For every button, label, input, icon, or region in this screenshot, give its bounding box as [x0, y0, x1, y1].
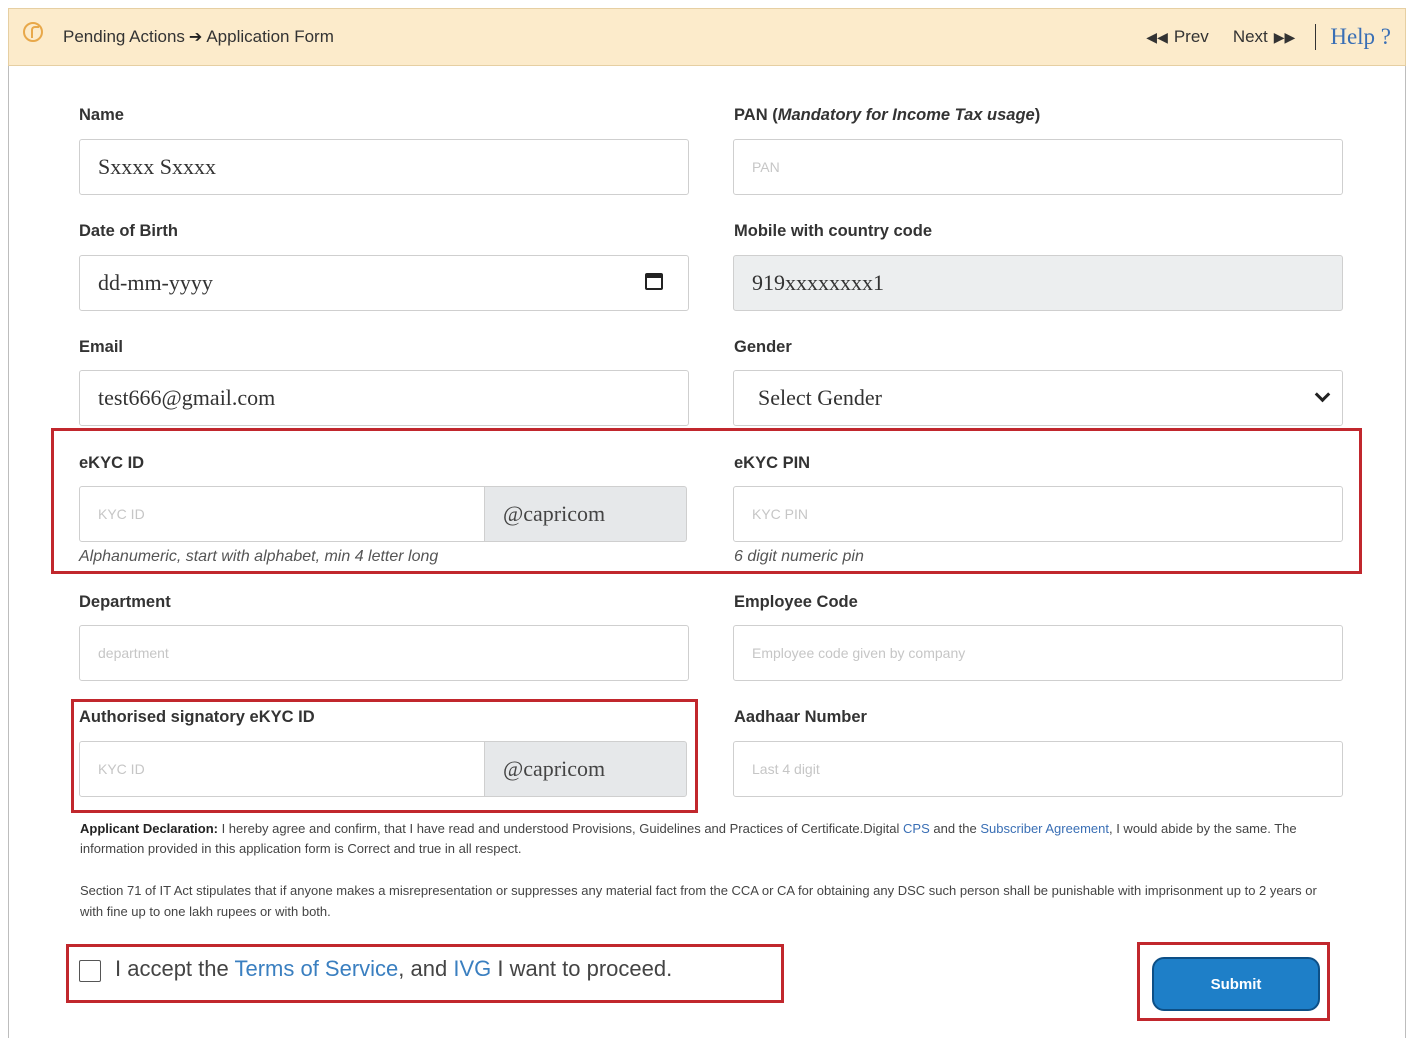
ekyc-pin-input[interactable]: KYC PIN	[733, 486, 1343, 542]
prev-label: Prev	[1173, 27, 1209, 46]
submit-button[interactable]: Submit	[1152, 957, 1320, 1011]
gender-select[interactable]: Select Gender	[733, 370, 1343, 426]
mobile-label: Mobile with country code	[734, 222, 933, 240]
next-button[interactable]: Next ▶▶	[1233, 27, 1302, 47]
nav-divider	[1315, 24, 1317, 50]
breadcrumb: Pending Actions ➔ Application Form	[23, 22, 334, 47]
mobile-input[interactable]: 919xxxxxxxx1	[733, 255, 1343, 311]
applicant-declaration: Applicant Declaration: I hereby agree an…	[80, 821, 1297, 856]
email-input[interactable]: test666@gmail.com	[79, 370, 689, 426]
name-label: Name	[79, 106, 124, 124]
ekyc-id-label: eKYC ID	[79, 454, 145, 472]
accept-text: I accept the Terms of Service, and IVG I…	[115, 956, 673, 981]
accept-checkbox[interactable]	[79, 960, 101, 982]
department-label: Department	[79, 593, 171, 611]
help-link[interactable]: Help ?	[1330, 24, 1391, 50]
breadcrumb-pending-actions[interactable]: Pending Actions	[63, 27, 185, 47]
ekyc-id-hint: Alphanumeric, start with alphabet, min 4…	[79, 548, 439, 565]
section71-notice: Section 71 of IT Act stipulates that if …	[80, 883, 1317, 919]
auth-ekyc-suffix: @capricom	[484, 741, 687, 797]
gender-label: Gender	[734, 338, 792, 356]
name-input[interactable]: Sxxxx Sxxxx	[79, 139, 689, 195]
auth-ekyc-input[interactable]: KYC ID	[79, 741, 489, 797]
double-left-icon: ◀◀	[1146, 28, 1168, 45]
gender-value: Select Gender	[758, 385, 882, 410]
pan-input[interactable]: PAN	[733, 139, 1343, 195]
subscriber-agreement-link[interactable]: Subscriber Agreement	[980, 821, 1109, 836]
aadhaar-label: Aadhaar Number	[734, 708, 867, 726]
prev-button[interactable]: ◀◀ Prev	[1140, 27, 1209, 47]
ekyc-id-input[interactable]: KYC ID	[79, 486, 489, 542]
ekyc-id-suffix: @capricom	[484, 486, 687, 542]
nav-controls: ◀◀ Prev Next ▶▶ Help ?	[1140, 24, 1391, 50]
top-bar: Pending Actions ➔ Application Form ◀◀ Pr…	[8, 8, 1406, 66]
employee-code-input[interactable]: Employee code given by company	[733, 625, 1343, 681]
breadcrumb-application-form: Application Form	[206, 27, 334, 46]
cps-link[interactable]: CPS	[903, 821, 930, 836]
ekyc-pin-label: eKYC PIN	[734, 454, 811, 472]
calendar-icon[interactable]	[645, 273, 663, 290]
aadhaar-input[interactable]: Last 4 digit	[733, 741, 1343, 797]
logo-icon	[23, 22, 43, 42]
next-label: Next	[1232, 27, 1268, 46]
ivg-link[interactable]: IVG	[453, 956, 491, 981]
dob-label: Date of Birth	[79, 222, 178, 240]
email-label: Email	[79, 338, 124, 356]
department-input[interactable]: department	[79, 625, 689, 681]
pan-label: PAN (Mandatory for Income Tax usage)	[734, 106, 1041, 124]
double-right-icon: ▶▶	[1273, 28, 1296, 45]
dob-input[interactable]: dd-mm-yyyy	[79, 255, 689, 311]
dob-value: dd-mm-yyyy	[98, 270, 213, 295]
employee-code-label: Employee Code	[734, 593, 858, 611]
ekyc-pin-hint: 6 digit numeric pin	[734, 548, 864, 565]
arrow-right-icon: ➔	[188, 29, 203, 46]
terms-link[interactable]: Terms of Service	[234, 956, 398, 981]
auth-ekyc-label: Authorised signatory eKYC ID	[79, 708, 315, 726]
